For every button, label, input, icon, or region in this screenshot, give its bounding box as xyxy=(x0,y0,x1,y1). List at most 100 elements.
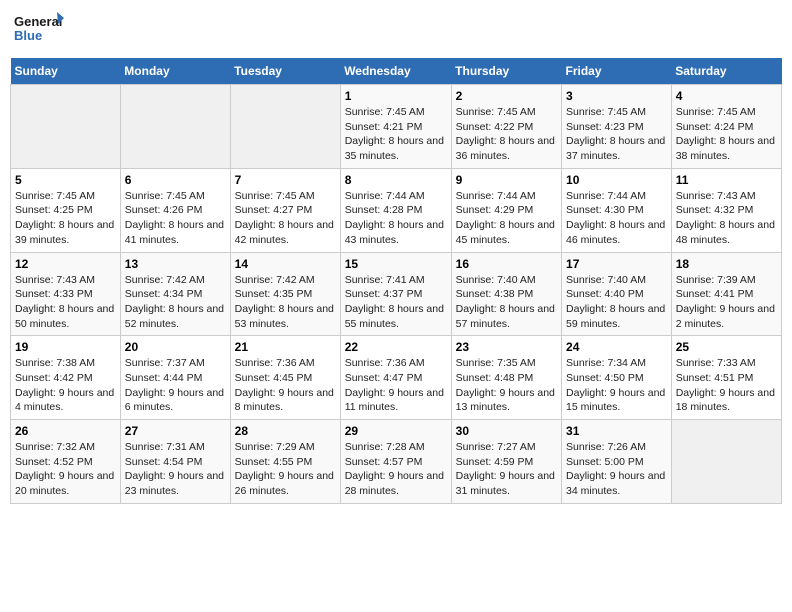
svg-text:General: General xyxy=(14,14,62,29)
day-detail: Sunrise: 7:44 AM Sunset: 4:29 PM Dayligh… xyxy=(456,189,557,248)
day-header-sunday: Sunday xyxy=(11,58,121,85)
calendar-cell: 28 Sunrise: 7:29 AM Sunset: 4:55 PM Dayli… xyxy=(230,420,340,504)
calendar-cell xyxy=(120,85,230,169)
calendar-cell: 24Sunrise: 7:34 AM Sunset: 4:50 PM Dayli… xyxy=(562,336,672,420)
day-number: 3 xyxy=(566,89,667,103)
calendar-cell: 3 Sunrise: 7:45 AM Sunset: 4:23 PM Daylig… xyxy=(562,85,672,169)
day-detail: Sunrise: 7:27 AM Sunset: 4:59 PM Dayligh… xyxy=(456,440,557,499)
day-number: 29 xyxy=(345,424,447,438)
calendar-cell: 13 Sunrise: 7:42 AM Sunset: 4:34 PM Dayli… xyxy=(120,252,230,336)
calendar-cell: 17 Sunrise: 7:40 AM Sunset: 4:40 PM Dayli… xyxy=(562,252,672,336)
week-row-1: 1 Sunrise: 7:45 AM Sunset: 4:21 PM Daylig… xyxy=(11,85,782,169)
logo: General Blue xyxy=(14,10,64,50)
day-detail: Sunrise: 7:40 AM Sunset: 4:40 PM Dayligh… xyxy=(566,273,667,332)
day-detail: Sunrise: 7:45 AM Sunset: 4:26 PM Dayligh… xyxy=(125,189,226,248)
day-detail: Sunrise: 7:42 AM Sunset: 4:34 PM Dayligh… xyxy=(125,273,226,332)
calendar-cell: 30 Sunrise: 7:27 AM Sunset: 4:59 PM Dayli… xyxy=(451,420,561,504)
day-number: 4 xyxy=(676,89,777,103)
day-number: 17 xyxy=(566,257,667,271)
day-number: 15 xyxy=(345,257,447,271)
calendar-cell: 31 Sunrise: 7:26 AM Sunset: 5:00 PM Dayli… xyxy=(562,420,672,504)
calendar-cell: 6 Sunrise: 7:45 AM Sunset: 4:26 PM Daylig… xyxy=(120,168,230,252)
calendar-cell: 5 Sunrise: 7:45 AM Sunset: 4:25 PM Daylig… xyxy=(11,168,121,252)
day-header-tuesday: Tuesday xyxy=(230,58,340,85)
calendar-cell: 18 Sunrise: 7:39 AM Sunset: 4:41 PM Dayli… xyxy=(671,252,781,336)
calendar-cell: 12 Sunrise: 7:43 AM Sunset: 4:33 PM Dayli… xyxy=(11,252,121,336)
day-detail: Sunrise: 7:45 AM Sunset: 4:23 PM Dayligh… xyxy=(566,105,667,164)
svg-text:Blue: Blue xyxy=(14,28,42,43)
day-number: 13 xyxy=(125,257,226,271)
day-number: 27 xyxy=(125,424,226,438)
day-detail: Sunrise: 7:32 AM Sunset: 4:52 PM Dayligh… xyxy=(15,440,116,499)
week-row-5: 26 Sunrise: 7:32 AM Sunset: 4:52 PM Dayli… xyxy=(11,420,782,504)
day-number: 8 xyxy=(345,173,447,187)
day-header-wednesday: Wednesday xyxy=(340,58,451,85)
calendar-cell: 10 Sunrise: 7:44 AM Sunset: 4:30 PM Dayli… xyxy=(562,168,672,252)
day-detail: Sunrise: 7:43 AM Sunset: 4:33 PM Dayligh… xyxy=(15,273,116,332)
day-number: 25 xyxy=(676,340,777,354)
day-detail: Sunrise: 7:26 AM Sunset: 5:00 PM Dayligh… xyxy=(566,440,667,499)
day-number: 18 xyxy=(676,257,777,271)
calendar-cell: 20 Sunrise: 7:37 AM Sunset: 4:44 PM Dayli… xyxy=(120,336,230,420)
day-number: 23 xyxy=(456,340,557,354)
day-detail: Sunrise: 7:40 AM Sunset: 4:38 PM Dayligh… xyxy=(456,273,557,332)
day-number: 19 xyxy=(15,340,116,354)
day-number: 20 xyxy=(125,340,226,354)
day-detail: Sunrise: 7:28 AM Sunset: 4:57 PM Dayligh… xyxy=(345,440,447,499)
day-detail: Sunrise: 7:35 AM Sunset: 4:48 PM Dayligh… xyxy=(456,356,557,415)
calendar-cell: 2Sunrise: 7:45 AM Sunset: 4:22 PM Daylig… xyxy=(451,85,561,169)
day-number: 21 xyxy=(235,340,336,354)
calendar-cell: 21 Sunrise: 7:36 AM Sunset: 4:45 PM Dayli… xyxy=(230,336,340,420)
calendar-cell: 22 Sunrise: 7:36 AM Sunset: 4:47 PM Dayli… xyxy=(340,336,451,420)
day-number: 22 xyxy=(345,340,447,354)
calendar-cell: 1 Sunrise: 7:45 AM Sunset: 4:21 PM Daylig… xyxy=(340,85,451,169)
day-number: 11 xyxy=(676,173,777,187)
calendar-cell: 14 Sunrise: 7:42 AM Sunset: 4:35 PM Dayli… xyxy=(230,252,340,336)
day-number: 7 xyxy=(235,173,336,187)
day-detail: Sunrise: 7:45 AM Sunset: 4:24 PM Dayligh… xyxy=(676,105,777,164)
day-number: 10 xyxy=(566,173,667,187)
day-number: 31 xyxy=(566,424,667,438)
day-detail: Sunrise: 7:45 AM Sunset: 4:21 PM Dayligh… xyxy=(345,105,447,164)
day-detail: Sunrise: 7:29 AM Sunset: 4:55 PM Dayligh… xyxy=(235,440,336,499)
calendar-cell: 25 Sunrise: 7:33 AM Sunset: 4:51 PM Dayli… xyxy=(671,336,781,420)
day-number: 14 xyxy=(235,257,336,271)
day-number: 5 xyxy=(15,173,116,187)
day-number: 28 xyxy=(235,424,336,438)
calendar-cell: 4 Sunrise: 7:45 AM Sunset: 4:24 PM Daylig… xyxy=(671,85,781,169)
page-header: General Blue xyxy=(10,10,782,50)
day-detail: Sunrise: 7:36 AM Sunset: 4:45 PM Dayligh… xyxy=(235,356,336,415)
day-detail: Sunrise: 7:41 AM Sunset: 4:37 PM Dayligh… xyxy=(345,273,447,332)
day-number: 6 xyxy=(125,173,226,187)
calendar-cell: 8 Sunrise: 7:44 AM Sunset: 4:28 PM Daylig… xyxy=(340,168,451,252)
week-row-4: 19Sunrise: 7:38 AM Sunset: 4:42 PM Dayli… xyxy=(11,336,782,420)
day-number: 30 xyxy=(456,424,557,438)
day-detail: Sunrise: 7:36 AM Sunset: 4:47 PM Dayligh… xyxy=(345,356,447,415)
day-number: 1 xyxy=(345,89,447,103)
calendar-cell: 16 Sunrise: 7:40 AM Sunset: 4:38 PM Dayli… xyxy=(451,252,561,336)
day-detail: Sunrise: 7:33 AM Sunset: 4:51 PM Dayligh… xyxy=(676,356,777,415)
week-row-3: 12 Sunrise: 7:43 AM Sunset: 4:33 PM Dayli… xyxy=(11,252,782,336)
day-detail: Sunrise: 7:45 AM Sunset: 4:22 PM Dayligh… xyxy=(456,105,557,164)
day-detail: Sunrise: 7:44 AM Sunset: 4:30 PM Dayligh… xyxy=(566,189,667,248)
calendar-cell: 26 Sunrise: 7:32 AM Sunset: 4:52 PM Dayli… xyxy=(11,420,121,504)
calendar-cell: 27Sunrise: 7:31 AM Sunset: 4:54 PM Dayli… xyxy=(120,420,230,504)
day-detail: Sunrise: 7:37 AM Sunset: 4:44 PM Dayligh… xyxy=(125,356,226,415)
day-number: 12 xyxy=(15,257,116,271)
day-detail: Sunrise: 7:34 AM Sunset: 4:50 PM Dayligh… xyxy=(566,356,667,415)
day-header-saturday: Saturday xyxy=(671,58,781,85)
day-number: 9 xyxy=(456,173,557,187)
calendar-cell: 9 Sunrise: 7:44 AM Sunset: 4:29 PM Daylig… xyxy=(451,168,561,252)
calendar-cell: 19Sunrise: 7:38 AM Sunset: 4:42 PM Dayli… xyxy=(11,336,121,420)
day-header-friday: Friday xyxy=(562,58,672,85)
day-detail: Sunrise: 7:43 AM Sunset: 4:32 PM Dayligh… xyxy=(676,189,777,248)
calendar-table: SundayMondayTuesdayWednesdayThursdayFrid… xyxy=(10,58,782,504)
day-detail: Sunrise: 7:42 AM Sunset: 4:35 PM Dayligh… xyxy=(235,273,336,332)
day-detail: Sunrise: 7:45 AM Sunset: 4:25 PM Dayligh… xyxy=(15,189,116,248)
calendar-cell: 29 Sunrise: 7:28 AM Sunset: 4:57 PM Dayli… xyxy=(340,420,451,504)
day-detail: Sunrise: 7:39 AM Sunset: 4:41 PM Dayligh… xyxy=(676,273,777,332)
calendar-cell xyxy=(230,85,340,169)
day-number: 26 xyxy=(15,424,116,438)
day-detail: Sunrise: 7:44 AM Sunset: 4:28 PM Dayligh… xyxy=(345,189,447,248)
day-number: 16 xyxy=(456,257,557,271)
